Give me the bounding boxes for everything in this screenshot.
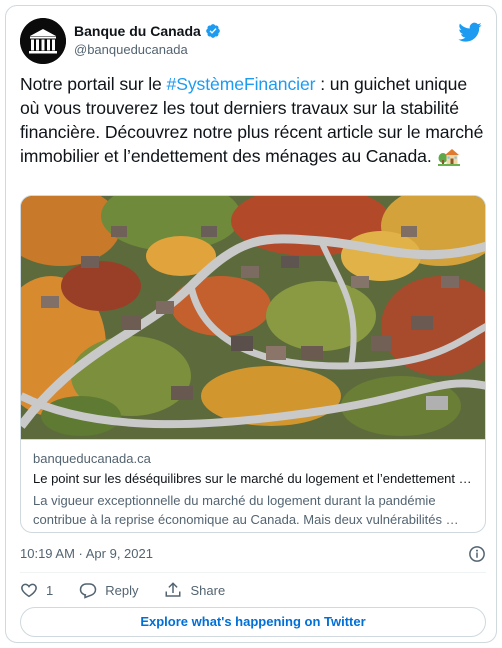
- share-upload-icon: [165, 582, 181, 597]
- reply-bubble-icon: [79, 583, 97, 599]
- embedded-tweet-card: Banque du Canada @banqueducanada Notre p…: [5, 5, 497, 643]
- reply-label: Reply: [105, 582, 139, 598]
- link-description: La vigueur exceptionnelle du marché du l…: [33, 493, 459, 527]
- hashtag-link[interactable]: #SystèmeFinancier: [167, 74, 316, 94]
- tweet-header: Banque du Canada @banqueducanada: [20, 18, 482, 64]
- house-with-garden-icon: [438, 146, 461, 166]
- explore-twitter-button[interactable]: Explore what's happening on Twitter: [20, 607, 486, 637]
- author-names: Banque du Canada @banqueducanada: [74, 23, 221, 57]
- avatar[interactable]: [20, 18, 66, 64]
- author-display-name-row[interactable]: Banque du Canada: [74, 23, 221, 39]
- aerial-suburb-photo[interactable]: [21, 196, 486, 439]
- link-preview-meta: banqueducanada.ca Le point sur les déséq…: [21, 439, 485, 532]
- twitter-bird-icon[interactable]: [458, 20, 482, 44]
- share-button[interactable]: Share: [164, 581, 225, 599]
- like-button[interactable]: 1: [20, 581, 53, 599]
- tweet-timestamp[interactable]: 10:19 AM · Apr 9, 2021: [20, 546, 153, 561]
- share-label: Share: [190, 582, 226, 598]
- tweet-text: Notre portail sur le #SystèmeFinancier :…: [20, 72, 486, 168]
- tweet-actions: 1 Reply Share: [20, 578, 251, 602]
- tweet-meta-row: 10:19 AM · Apr 9, 2021: [20, 543, 486, 565]
- info-icon[interactable]: [468, 545, 486, 563]
- link-domain: banqueducanada.ca: [33, 451, 151, 466]
- divider: [20, 572, 486, 573]
- author-display-name[interactable]: Banque du Canada: [74, 23, 201, 39]
- author-handle[interactable]: @banqueducanada: [74, 42, 221, 57]
- verified-badge-icon: [205, 23, 221, 39]
- heart-icon: [21, 583, 37, 598]
- like-count: 1: [46, 582, 54, 598]
- bank-building-icon: [20, 18, 66, 64]
- tweet-text-before: Notre portail sur le: [20, 74, 167, 94]
- reply-button[interactable]: Reply: [79, 581, 138, 599]
- link-preview-card[interactable]: banqueducanada.ca Le point sur les déséq…: [20, 195, 486, 533]
- link-title: Le point sur les déséquilibres sur le ma…: [33, 471, 475, 486]
